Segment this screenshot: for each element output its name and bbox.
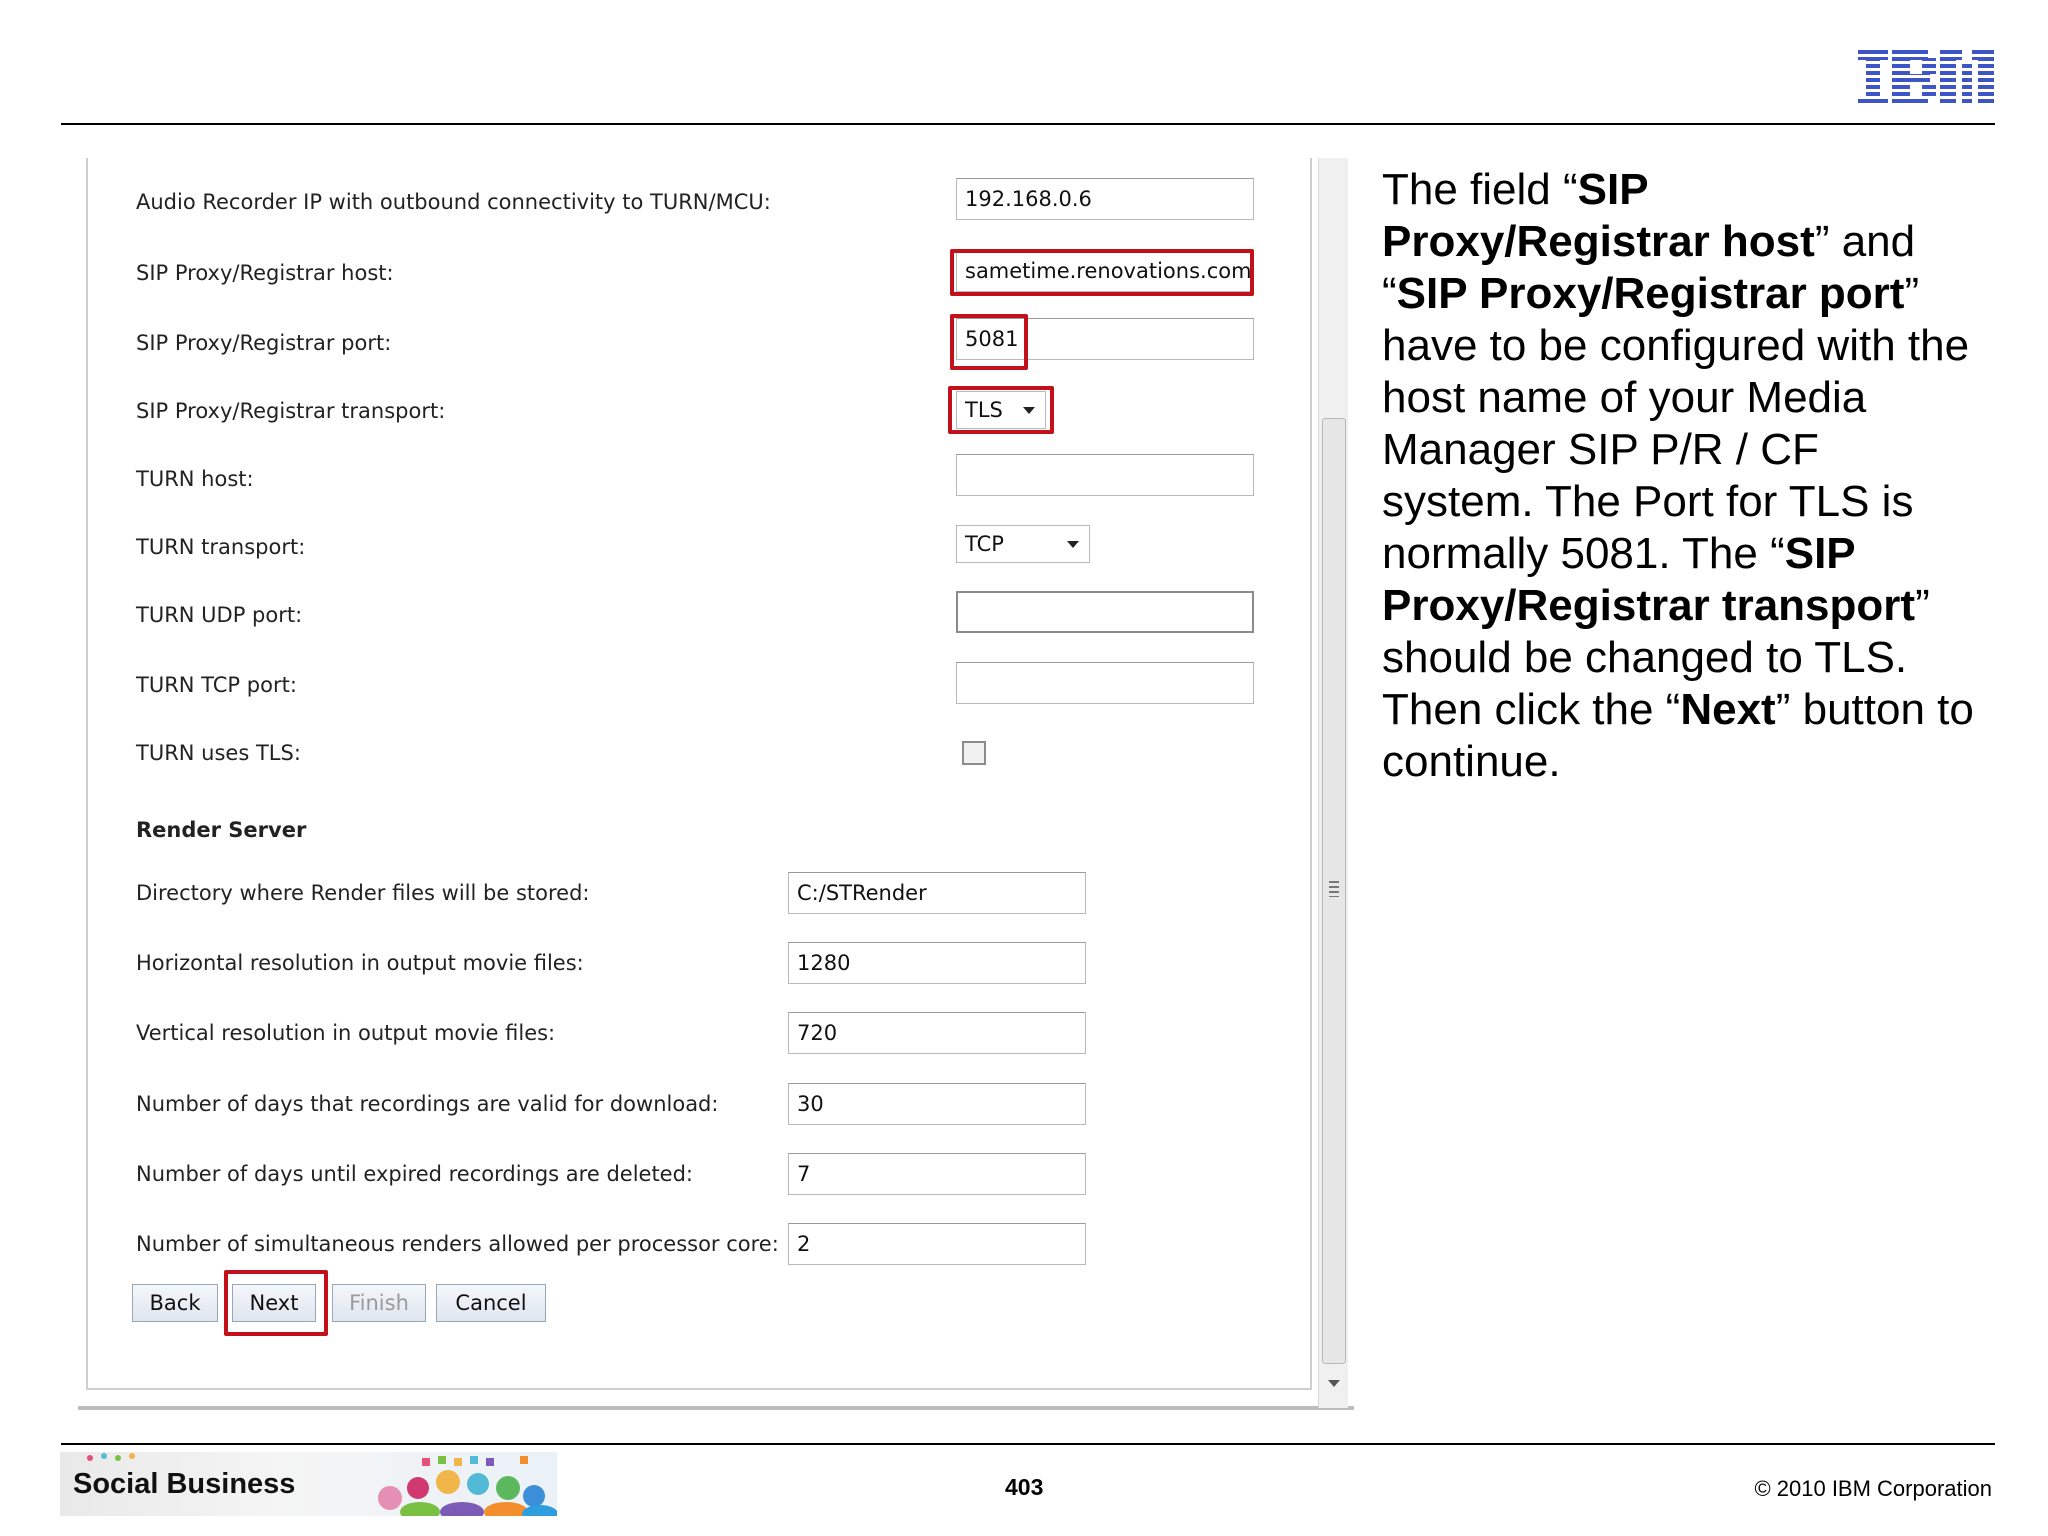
ibm-logo (1858, 50, 1994, 106)
turn-udp-port-input[interactable] (956, 591, 1254, 633)
render-server-heading: Render Server (136, 818, 307, 842)
vertical-scrollbar[interactable] (1318, 158, 1348, 1408)
grip-icon (1329, 881, 1339, 897)
field-label-sip-port: SIP Proxy/Registrar port: (136, 331, 392, 355)
field-label-days-until-deleted: Number of days until expired recordings … (136, 1162, 694, 1186)
sip-host-input[interactable]: sametime.renovations.com (956, 250, 1254, 292)
field-label-render-directory: Directory where Render files will be sto… (136, 881, 590, 905)
social-business-banner: Social Business (60, 1452, 557, 1516)
social-business-label: Social Business (73, 1468, 296, 1500)
field-label-turn-tcp-port: TURN TCP port: (136, 673, 297, 697)
audio-recorder-ip-input[interactable]: 192.168.0.6 (956, 178, 1254, 220)
wizard-panel-shadow (78, 1406, 1354, 1410)
cancel-button[interactable]: Cancel (436, 1284, 546, 1322)
scrollbar-thumb[interactable] (1322, 418, 1346, 1364)
chevron-down-icon (1023, 407, 1035, 414)
explanation-bold-sip-port: SIP Proxy/Registrar port (1396, 269, 1905, 318)
render-directory-input[interactable]: C:/STRender (788, 872, 1086, 914)
sip-transport-value: TLS (965, 398, 1003, 422)
next-button[interactable]: Next (232, 1284, 316, 1322)
field-label-turn-transport: TURN transport: (136, 535, 306, 559)
header-divider (61, 123, 1995, 125)
field-label-turn-udp-port: TURN UDP port: (136, 603, 303, 627)
sip-transport-select[interactable]: TLS (956, 391, 1046, 429)
turn-transport-select[interactable]: TCP (956, 525, 1090, 563)
turn-host-input[interactable] (956, 454, 1254, 496)
explanation-text: The field “SIP Proxy/Registrar host” and… (1382, 164, 1982, 788)
turn-uses-tls-checkbox[interactable] (962, 741, 986, 765)
field-label-turn-host: TURN host: (136, 467, 254, 491)
field-label-sip-host: SIP Proxy/Registrar host: (136, 261, 394, 285)
turn-transport-value: TCP (965, 532, 1004, 556)
field-label-audio-recorder-ip: Audio Recorder IP with outbound connecti… (136, 190, 771, 214)
sip-port-input[interactable]: 5081 (956, 318, 1254, 360)
days-until-deleted-input[interactable]: 7 (788, 1153, 1086, 1195)
explanation-part: The field “ (1382, 165, 1578, 214)
field-label-horizontal-resolution: Horizontal resolution in output movie fi… (136, 951, 584, 975)
days-valid-input[interactable]: 30 (788, 1083, 1086, 1125)
scroll-down-arrow-icon[interactable] (1328, 1380, 1340, 1387)
field-label-turn-uses-tls: TURN uses TLS: (136, 741, 301, 765)
explanation-bold-next: Next (1680, 685, 1776, 734)
field-label-sip-transport: SIP Proxy/Registrar transport: (136, 399, 446, 423)
back-button[interactable]: Back (132, 1284, 218, 1322)
vertical-resolution-input[interactable]: 720 (788, 1012, 1086, 1054)
field-label-vertical-resolution: Vertical resolution in output movie file… (136, 1021, 556, 1045)
simultaneous-renders-input[interactable]: 2 (788, 1223, 1086, 1265)
page-number: 403 (1005, 1474, 1044, 1500)
copyright: © 2010 IBM Corporation (1754, 1476, 1992, 1501)
field-label-days-valid: Number of days that recordings are valid… (136, 1092, 719, 1116)
chevron-down-icon (1067, 541, 1079, 548)
turn-tcp-port-input[interactable] (956, 662, 1254, 704)
finish-button[interactable]: Finish (332, 1284, 426, 1322)
footer-divider (61, 1443, 1995, 1445)
field-label-simultaneous-renders: Number of simultaneous renders allowed p… (136, 1232, 779, 1256)
horizontal-resolution-input[interactable]: 1280 (788, 942, 1086, 984)
